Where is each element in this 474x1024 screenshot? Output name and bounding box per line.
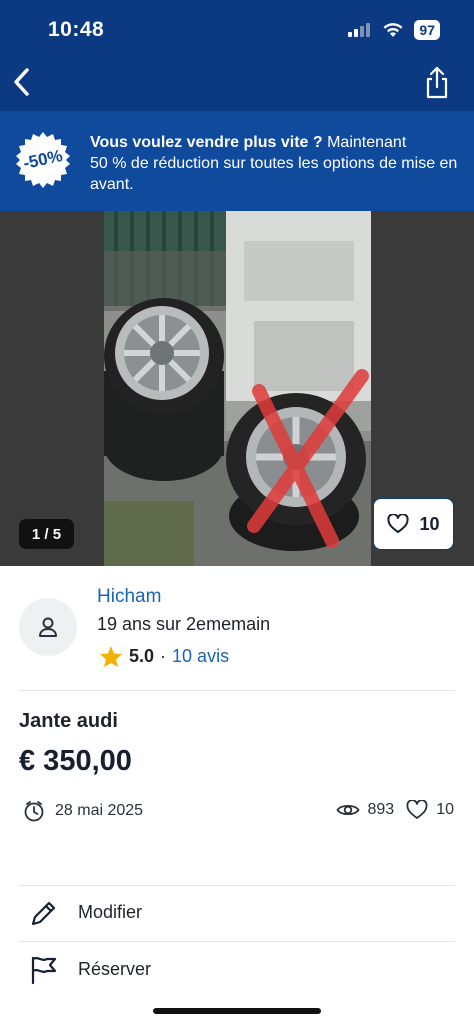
flag-icon <box>31 956 57 985</box>
favorite-button[interactable]: 10 <box>373 498 454 550</box>
reserve-label: Réserver <box>78 959 152 979</box>
chevron-left-icon <box>14 68 29 96</box>
wheels-photo <box>104 211 371 566</box>
star-icon <box>100 646 122 667</box>
heart-icon <box>406 800 428 819</box>
rating-value: 5.0 <box>129 646 155 666</box>
view-count: 893 <box>367 801 395 818</box>
home-indicator[interactable] <box>153 1008 321 1014</box>
discount-badge: -50% <box>14 131 72 189</box>
avatar[interactable] <box>19 598 77 656</box>
edit-button[interactable]: Modifier <box>0 885 474 941</box>
top-bar: 10:48 97 <box>0 0 474 111</box>
reviews-link[interactable]: 10 avis <box>172 646 229 667</box>
seller-rating: 5.0 · 10 avis <box>99 645 229 668</box>
wifi-icon <box>383 23 403 37</box>
listing-date: 28 mai 2025 <box>23 800 143 822</box>
cellular-signal-icon <box>348 23 371 37</box>
edit-label: Modifier <box>78 902 143 922</box>
promo-text: Vous voulez vendre plus vite ? Maintenan… <box>90 132 462 195</box>
seller-membership: 19 ans sur 2ememain <box>97 614 271 634</box>
discount-badge-text: -50% <box>21 146 65 173</box>
listing-title: Jante audi <box>19 710 118 732</box>
battery-indicator: 97 <box>414 20 440 40</box>
heart-icon <box>387 514 410 533</box>
divider <box>19 690 455 691</box>
promo-banner[interactable]: -50% Vous voulez vendre plus vite ? Main… <box>0 111 474 211</box>
promo-text-line2: 50 % de réduction sur toutes les options… <box>90 155 458 193</box>
rating-separator: · <box>160 646 167 666</box>
share-button[interactable] <box>424 66 450 100</box>
promo-text-line1: Maintenant <box>322 134 407 151</box>
user-icon <box>39 617 57 637</box>
seller-card[interactable]: Hicham 19 ans sur 2ememain 5.0 · 10 avis <box>0 566 474 691</box>
photo-counter: 1 / 5 <box>19 519 74 549</box>
listing-stats: 893 10 <box>336 800 454 820</box>
reserve-button[interactable]: Réserver <box>0 942 474 998</box>
like-count: 10 <box>436 801 454 818</box>
photo-gallery[interactable]: 1 / 5 10 <box>0 211 474 566</box>
clock-icon <box>24 801 44 822</box>
promo-headline: Vous voulez vendre plus vite ? <box>90 134 323 151</box>
status-time: 10:48 <box>48 18 105 41</box>
pencil-icon <box>31 901 56 926</box>
back-button[interactable] <box>8 64 36 100</box>
favorite-count: 10 <box>419 513 440 534</box>
share-icon <box>426 66 448 99</box>
listing-price: € 350,00 <box>19 745 132 777</box>
listing-date-text: 28 mai 2025 <box>55 802 144 819</box>
seller-name[interactable]: Hicham <box>97 586 161 608</box>
status-icons: 97 <box>348 20 440 40</box>
eye-icon <box>336 804 359 816</box>
listing-photo[interactable] <box>104 211 371 566</box>
